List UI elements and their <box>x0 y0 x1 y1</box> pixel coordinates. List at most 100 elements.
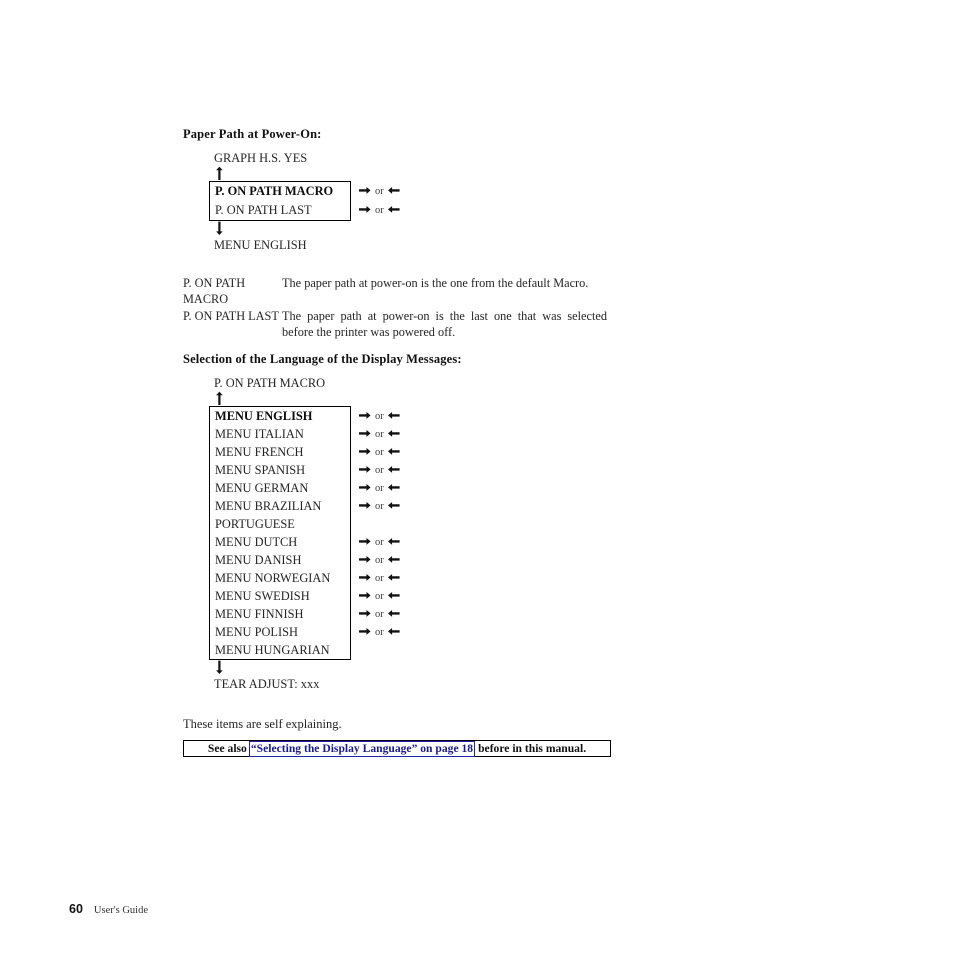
menu-row-label: MENU DUTCH <box>215 535 298 549</box>
menu-row[interactable]: MENU POLISH or <box>210 623 400 641</box>
menu-row[interactable]: MENU GERMAN or <box>210 479 400 497</box>
or-label: or <box>375 446 384 458</box>
right-arrow-icon <box>359 411 371 420</box>
description-term: P. ON PATH MACRO <box>183 276 246 306</box>
menu-row-label: MENU ITALIAN <box>215 427 304 441</box>
document-page: Paper Path at Power-On: GRAPH H.S. YES P… <box>0 0 954 954</box>
right-arrow-icon <box>359 483 371 492</box>
right-arrow-icon <box>359 501 371 510</box>
menu-row[interactable]: MENU FRENCH or <box>210 443 400 461</box>
flow-previous-item-display-language: P. ON PATH MACRO <box>214 376 326 390</box>
left-arrow-icon <box>387 186 400 195</box>
page-footer: 60 User's Guide <box>69 902 148 916</box>
right-arrow-icon <box>359 429 371 438</box>
menu-row[interactable]: MENU SWEDISH or <box>210 587 400 605</box>
menu-row[interactable]: MENU DUTCH or <box>210 533 400 551</box>
menu-row[interactable]: MENU HUNGARIAN <box>210 641 350 659</box>
or-label: or <box>375 204 384 216</box>
or-label: or <box>375 572 384 584</box>
description-list-paper-path: P. ON PATH MACRO The paper path at power… <box>183 276 607 342</box>
see-also-box: See also “Selecting the Display Language… <box>183 740 611 757</box>
footer-doc-title: User's Guide <box>93 905 148 916</box>
left-arrow-icon <box>387 609 400 618</box>
row-arrow-group: or <box>359 536 400 548</box>
menu-row[interactable]: MENU SPANISH or <box>210 461 400 479</box>
menu-row-label: P. ON PATH LAST <box>215 203 312 217</box>
flow-previous-item-paper-path: GRAPH H.S. YES <box>214 151 308 165</box>
right-arrow-icon <box>359 591 371 600</box>
menu-row-label: MENU NORWEGIAN <box>215 571 331 585</box>
right-arrow-icon <box>359 609 371 618</box>
right-arrow-icon <box>359 573 371 582</box>
menu-row[interactable]: MENU FINNISH or <box>210 605 400 623</box>
menu-row-label: MENU ENGLISH <box>215 409 313 423</box>
see-also-prefix: See also <box>207 742 247 755</box>
right-arrow-icon <box>359 465 371 474</box>
flow-next-item-paper-path: MENU ENGLISH <box>214 238 307 252</box>
description-definition: The paper path at power-on is the one fr… <box>282 276 589 290</box>
row-arrow-group: or <box>359 500 400 512</box>
row-arrow-group: or <box>359 608 400 620</box>
menu-row[interactable]: P. ON PATH MACRO or <box>210 182 400 201</box>
left-arrow-icon <box>387 205 400 214</box>
description-row: P. ON PATH MACRO The paper path at power… <box>183 276 607 307</box>
left-arrow-icon <box>387 501 400 510</box>
menu-row[interactable]: MENU ITALIAN or <box>210 425 400 443</box>
section-heading-paper-path: Paper Path at Power-On: <box>183 127 322 141</box>
right-arrow-icon <box>359 627 371 636</box>
left-arrow-icon <box>387 483 400 492</box>
row-arrow-group: or <box>359 482 400 494</box>
see-also-suffix: before in this manual. <box>478 742 587 755</box>
menu-row[interactable]: MENU DANISH or <box>210 551 400 569</box>
menu-row-label: MENU FRENCH <box>215 445 304 459</box>
menu-row-label: MENU DANISH <box>215 553 302 567</box>
menu-row[interactable]: MENU ENGLISH or <box>210 407 400 425</box>
menu-row-label: MENU HUNGARIAN <box>215 643 330 657</box>
up-arrow-icon <box>213 391 227 406</box>
menu-flow-paper-path: GRAPH H.S. YES P. ON PATH MACRO or P. ON… <box>209 150 400 253</box>
menu-row-label: MENU SPANISH <box>215 463 306 477</box>
or-label: or <box>375 482 384 494</box>
or-label: or <box>375 554 384 566</box>
row-arrow-group: or <box>359 446 400 458</box>
left-arrow-icon <box>387 537 400 546</box>
up-arrow-icon <box>213 166 227 181</box>
or-label: or <box>375 500 384 512</box>
or-label: or <box>375 536 384 548</box>
row-arrow-group: or <box>359 590 400 602</box>
row-arrow-group: or <box>359 554 400 566</box>
menu-row[interactable]: MENU NORWEGIAN or <box>210 569 400 587</box>
menu-row-label: MENU SWEDISH <box>215 589 310 603</box>
row-arrow-group: or <box>359 428 400 440</box>
menu-row[interactable]: MENU BRAZILIAN PORTUGUESE or <box>210 497 400 533</box>
right-arrow-icon <box>359 186 371 195</box>
row-arrow-group: or <box>359 626 400 638</box>
or-label: or <box>375 410 384 422</box>
menu-row-label: P. ON PATH MACRO <box>215 184 334 198</box>
left-arrow-icon <box>387 591 400 600</box>
left-arrow-icon <box>387 411 400 420</box>
description-row: P. ON PATH LAST The paper path at power-… <box>183 309 607 340</box>
see-also-text: See also “Selecting the Display Language… <box>207 740 587 757</box>
menu-row-label: MENU FINNISH <box>215 607 304 621</box>
row-arrow-group: or <box>359 410 400 422</box>
row-arrow-group: or <box>359 572 400 584</box>
row-arrow-group: or <box>359 204 400 216</box>
see-also-link[interactable]: “Selecting the Display Language” on page… <box>248 740 476 757</box>
left-arrow-icon <box>387 573 400 582</box>
right-arrow-icon <box>359 205 371 214</box>
menu-row-label: MENU BRAZILIAN PORTUGUESE <box>215 499 322 532</box>
left-arrow-icon <box>387 627 400 636</box>
left-arrow-icon <box>387 447 400 456</box>
or-label: or <box>375 608 384 620</box>
or-label: or <box>375 626 384 638</box>
flow-next-item-display-language: TEAR ADJUST: xxx <box>214 677 320 691</box>
closing-note: These items are self explaining. <box>183 717 342 731</box>
footer-page-number: 60 <box>69 902 83 916</box>
menu-row[interactable]: P. ON PATH LAST or <box>210 201 400 220</box>
down-arrow-icon <box>213 221 227 236</box>
row-arrow-group: or <box>359 185 400 197</box>
or-label: or <box>375 590 384 602</box>
menu-box-paper-path: P. ON PATH MACRO or P. ON PATH LAST or <box>209 181 400 221</box>
menu-flow-display-language: P. ON PATH MACRO MENU ENGLISH or MENU IT… <box>209 375 400 692</box>
